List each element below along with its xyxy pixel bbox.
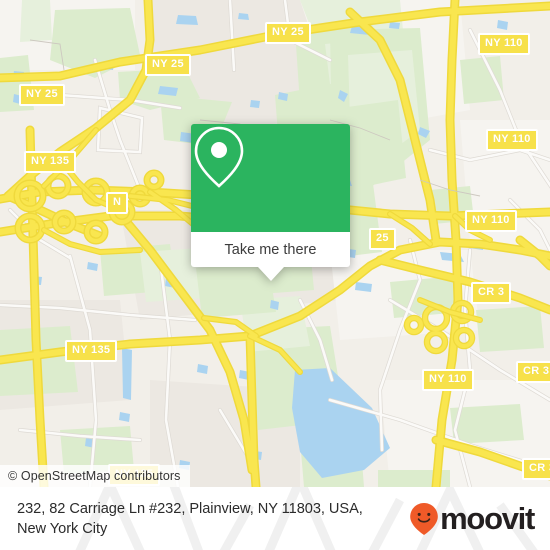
footer-content: 232, 82 Carriage Ln #232, Plainview, NY … [0, 487, 550, 550]
map-pin-icon [194, 126, 244, 188]
highway-shield: NY 25 [19, 84, 65, 106]
address-line-1: 232, 82 Carriage Ln #232, Plainview, NY … [17, 500, 363, 517]
highway-shield: 25 [369, 228, 396, 250]
highway-shield: NY 25 [265, 22, 311, 44]
highway-shield: NY 110 [478, 33, 530, 55]
moovit-map-screenshot: .land { fill:#f2efe9; } .pale { fill:#f6… [0, 0, 550, 550]
footer-bar: 232, 82 Carriage Ln #232, Plainview, NY … [0, 487, 550, 550]
map-canvas[interactable]: .land { fill:#f2efe9; } .pale { fill:#f6… [0, 0, 550, 487]
highway-shield: NY 25 [145, 54, 191, 76]
highway-shield: NY 110 [465, 210, 517, 232]
highway-shield: CR 3 [516, 361, 550, 383]
highway-shield: NY 110 [486, 129, 538, 151]
take-me-there-button[interactable]: Take me there [191, 232, 350, 267]
highway-shield: NY 135 [24, 151, 77, 173]
popup-tail [257, 267, 284, 281]
highway-shield: CR 3 [522, 458, 550, 480]
address-text: 232, 82 Carriage Ln #232, Plainview, NY … [17, 499, 409, 539]
popup-body [191, 124, 350, 232]
moovit-wordmark: moovit [440, 501, 535, 536]
moovit-pin-icon [410, 502, 438, 535]
highway-shield: NY 110 [422, 369, 474, 391]
openstreetmap-attribution[interactable]: © OpenStreetMap contributors [0, 465, 190, 487]
highway-shield: N [106, 192, 129, 214]
moovit-logo[interactable]: moovit [409, 502, 542, 536]
highway-shield: NY 135 [65, 340, 118, 362]
highway-shield: CR 3 [471, 282, 512, 304]
address-line-2: New York City [17, 520, 108, 537]
take-me-there-popup[interactable]: Take me there [191, 124, 350, 281]
